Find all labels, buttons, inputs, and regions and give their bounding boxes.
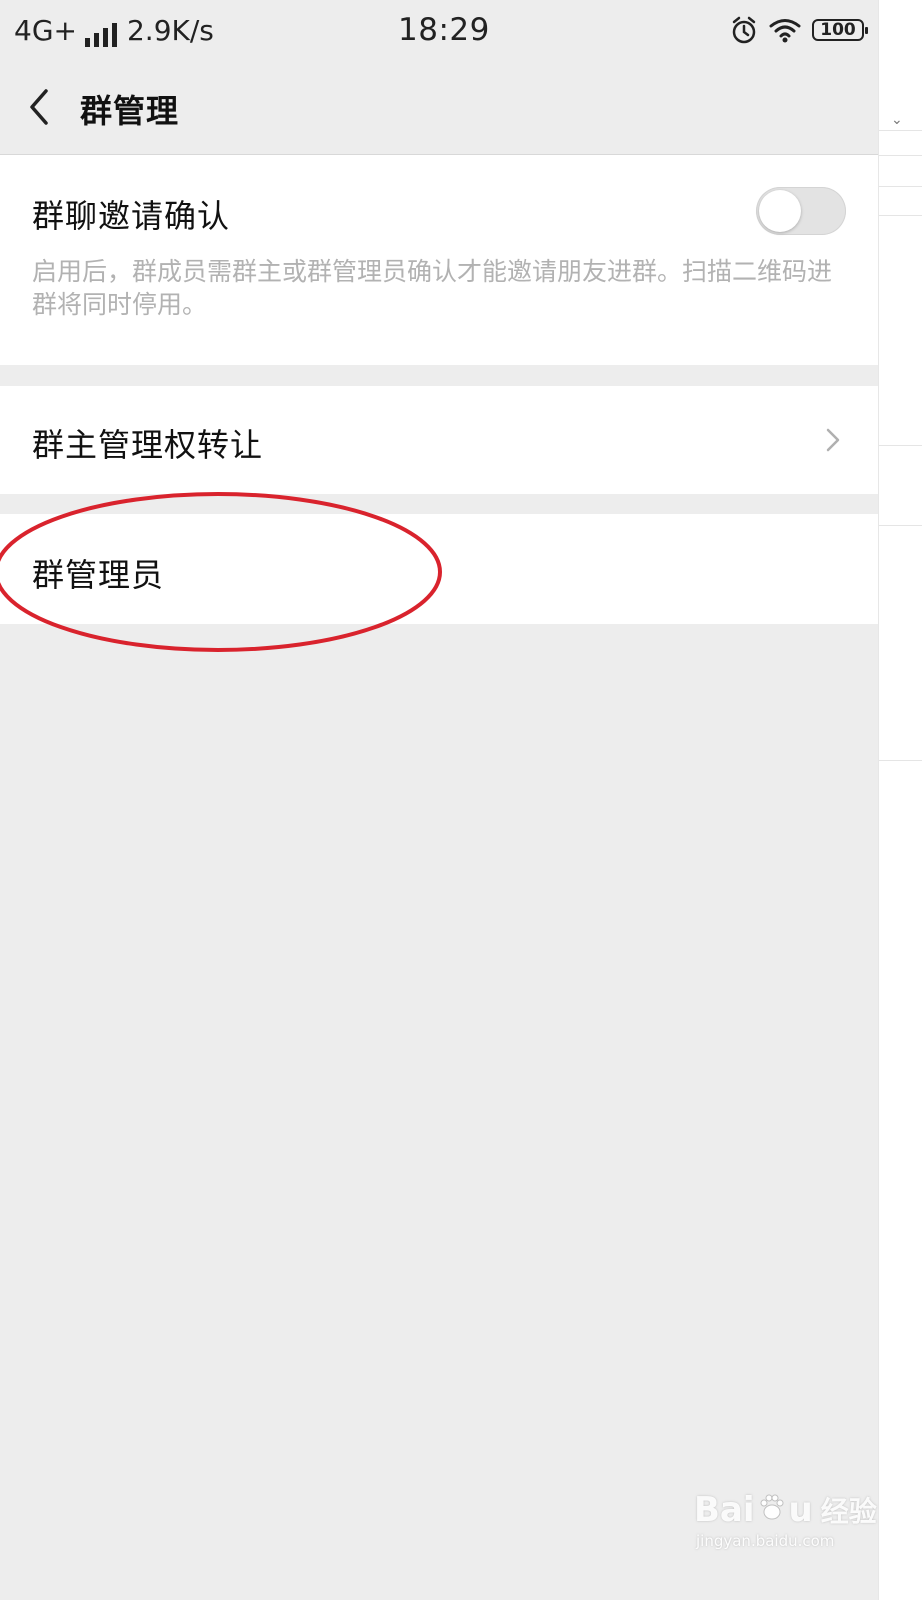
- signal-icon: [84, 23, 117, 47]
- chevron-right-icon: [826, 428, 840, 452]
- invite-confirm-toggle[interactable]: [756, 187, 846, 235]
- group-management-screen: 4G+ 2.9K/s 18:29 100 群管理 群聊邀请确认 启用后，群成员需…: [0, 0, 878, 1600]
- baidu-logo: Bai u 经验: [694, 1490, 877, 1530]
- group-admins-row[interactable]: 群管理员: [0, 514, 878, 624]
- group-admins-label: 群管理员: [32, 556, 165, 594]
- battery-icon: 100: [812, 19, 868, 41]
- invite-confirm-description: 启用后，群成员需群主或群管理员确认才能邀请朋友进群。扫描二维码进群将同时停用。: [32, 257, 833, 319]
- status-right: 100: [730, 15, 868, 45]
- back-button[interactable]: [20, 80, 64, 134]
- chevron-down-icon: ⌄: [891, 112, 903, 128]
- invite-confirm-title: 群聊邀请确认: [32, 197, 231, 235]
- divider: [879, 525, 922, 526]
- divider: [879, 130, 922, 131]
- status-time: 18:29: [398, 12, 490, 48]
- owner-transfer-label: 群主管理权转让: [32, 426, 264, 464]
- status-left: 4G+ 2.9K/s: [14, 14, 214, 47]
- divider: [879, 155, 922, 156]
- status-bar: 4G+ 2.9K/s 18:29 100: [0, 0, 878, 62]
- watermark-brand-cn: 经验: [820, 1495, 877, 1528]
- divider: [879, 215, 922, 216]
- invite-confirm-setting: 群聊邀请确认 启用后，群成员需群主或群管理员确认才能邀请朋友进群。扫描二维码进群…: [0, 155, 878, 365]
- battery-level: 100: [820, 20, 856, 40]
- network-speed: 2.9K/s: [126, 14, 214, 47]
- owner-transfer-row[interactable]: 群主管理权转让: [0, 386, 878, 494]
- toggle-knob: [759, 190, 801, 232]
- divider: [879, 445, 922, 446]
- wifi-icon: [769, 19, 801, 43]
- page-edge-strip: ⌄: [878, 0, 922, 1600]
- page-title: 群管理: [80, 92, 180, 130]
- watermark-url: jingyan.baidu.com: [696, 1532, 835, 1550]
- divider: [879, 760, 922, 761]
- divider: [879, 186, 922, 187]
- alarm-icon: [732, 16, 756, 44]
- navigation-bar: 群管理: [0, 62, 878, 155]
- chevron-left-icon: [30, 89, 48, 125]
- paw-icon: [759, 1490, 785, 1530]
- watermark-brand: Bai: [694, 1490, 755, 1530]
- baidu-jingyan-watermark: Bai u 经验 jingyan.baidu.com: [694, 1462, 877, 1562]
- watermark-brand-suffix: u: [788, 1490, 813, 1530]
- network-type: 4G+: [14, 14, 77, 47]
